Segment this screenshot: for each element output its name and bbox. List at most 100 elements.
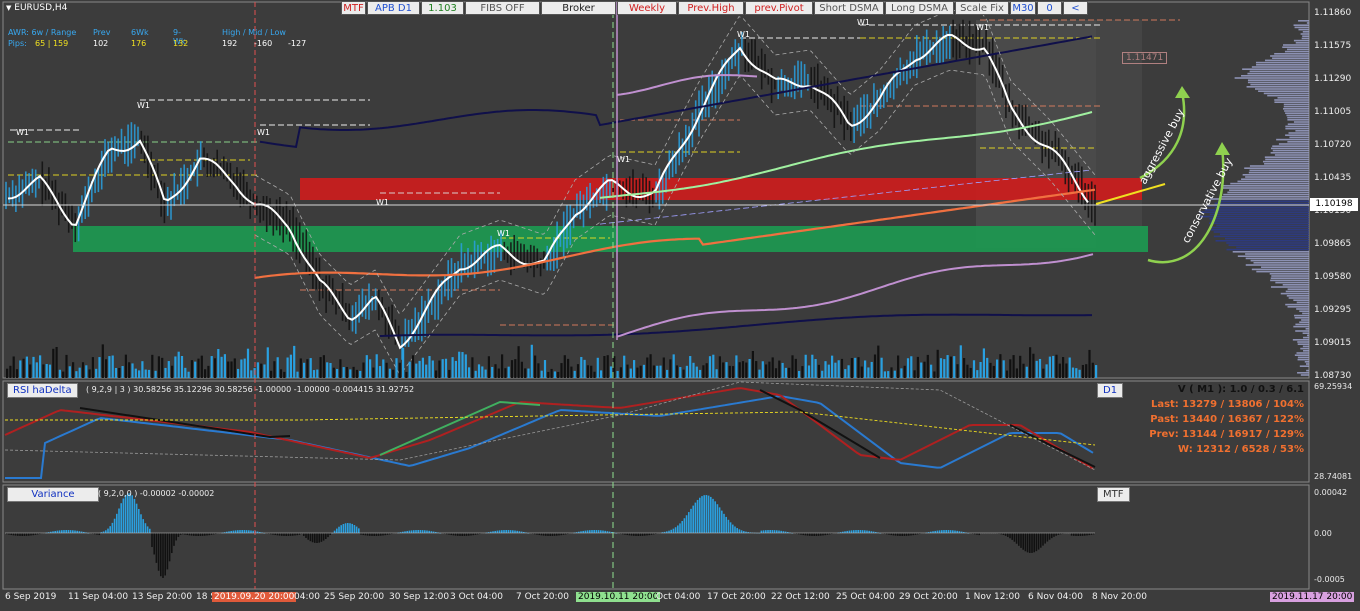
volume-bar [510,360,514,378]
variance-bar [186,533,188,536]
variance-bar [584,530,587,533]
variance-bar [512,530,514,533]
profile-bar [1285,125,1309,128]
profile-bar [1284,110,1309,112]
variance-bar [558,533,560,536]
variance-bar [806,533,809,536]
volume-bar [1002,360,1005,378]
variance-bar [910,533,912,536]
profile-bar [1288,132,1309,134]
volume-bar [147,369,151,378]
volume-bar [897,355,900,378]
toolbar-button-fibs-off[interactable]: FIBS OFF [465,1,540,15]
volume-bar [583,359,586,378]
toolbar-button-broker[interactable]: Broker [541,1,616,15]
variance-bar [373,533,375,536]
volume-bar [484,369,487,378]
volume-bar [982,348,985,378]
profile-bar [1232,251,1309,253]
volume-bar [804,354,807,378]
toolbar-button-prev-high[interactable]: Prev.High [678,1,744,15]
volume-bar [972,360,976,378]
rsi-axis-top: 69.25934 [1314,382,1353,391]
profile-bar [1280,292,1309,295]
profile-bar [1306,369,1309,372]
dropdown-icon[interactable]: ▼ [6,4,11,12]
volume-bar [702,365,705,378]
profile-bar [1283,103,1309,106]
variance-bar [419,530,422,533]
profile-bar [1275,281,1309,284]
volume-bar [807,365,811,378]
volume-bar [560,363,563,378]
volume-bar [435,370,438,378]
volume-bar [134,368,137,378]
variance-bar [824,533,826,536]
volume-bar [1052,355,1055,378]
volume-bar [580,356,583,378]
volume-bar [626,364,629,378]
variance-bar [718,507,721,533]
toolbar-button-m30[interactable]: M30 [1010,1,1036,15]
price-tick-label: 1.11575 [1314,41,1352,51]
toolbar-button-1-103[interactable]: 1.103 [421,1,464,15]
volume-bar [217,349,220,378]
variance-bar [199,533,202,536]
toolbar-button-short-dsma[interactable]: Short DSMA [814,1,884,15]
volume-bar [831,355,834,378]
volume-bar [72,362,75,378]
toolbar-button-weekly[interactable]: Weekly [617,1,677,15]
volume-bar [920,362,923,378]
variance-bar [668,530,670,533]
variance-bar [644,533,646,536]
profile-bar [1274,53,1309,55]
variance-bar [124,495,127,533]
variance-bar [1018,533,1020,546]
variance-bar [542,533,545,536]
toolbar-button-scale-fix[interactable]: Scale Fix [955,1,1009,15]
volume-bar [471,357,474,378]
variance-bar [157,533,160,571]
volume-bar [534,355,537,378]
variance-bar [371,533,373,536]
toolbar-button-0[interactable]: 0 [1037,1,1062,15]
volume-bar [421,357,424,378]
volume-bar [289,354,292,378]
rsi-indicator-label[interactable]: RSI haDelta [7,383,78,398]
profile-bar [1288,297,1309,299]
rsi-timeframe-badge[interactable]: D1 [1097,383,1124,398]
profile-bar [1230,182,1309,185]
volume-bar [732,366,735,378]
variance-bar [287,533,290,536]
profile-bar [1270,279,1309,282]
volume-bar [933,371,936,378]
volume-bar [791,355,794,378]
profile-bar [1215,240,1309,242]
volume-bar [428,356,431,378]
volume-bar [474,370,477,378]
variance-bar [864,530,866,533]
volume-bar [1085,364,1088,378]
chart-canvas[interactable] [0,0,1360,611]
profile-bar [1300,374,1309,376]
variance-indicator-label[interactable]: Variance [7,487,99,502]
profile-bar [1234,77,1309,79]
variance-timeframe-badge[interactable]: MTF [1097,487,1130,502]
profile-bar [1285,303,1309,306]
volume-bar [283,371,286,378]
volume-bar [329,362,332,378]
variance-bar [639,533,642,536]
volume-bar [405,371,408,378]
variance-bar [853,530,855,533]
profile-bar [1242,174,1309,176]
toolbar-button-apb-d1[interactable]: APB D1 [367,1,420,15]
volume-bar [715,369,718,378]
volume-bar [187,371,190,378]
toolbar-button--[interactable]: < [1063,1,1088,15]
volume-bar [431,360,434,378]
toolbar-button-long-dsma[interactable]: Long DSMA [885,1,954,15]
toolbar-button-prev-pivot[interactable]: prev.Pivot [745,1,813,15]
variance-bar [908,533,910,536]
volume-bar [240,359,243,378]
toolbar-button-mtf[interactable]: MTF [341,1,366,15]
